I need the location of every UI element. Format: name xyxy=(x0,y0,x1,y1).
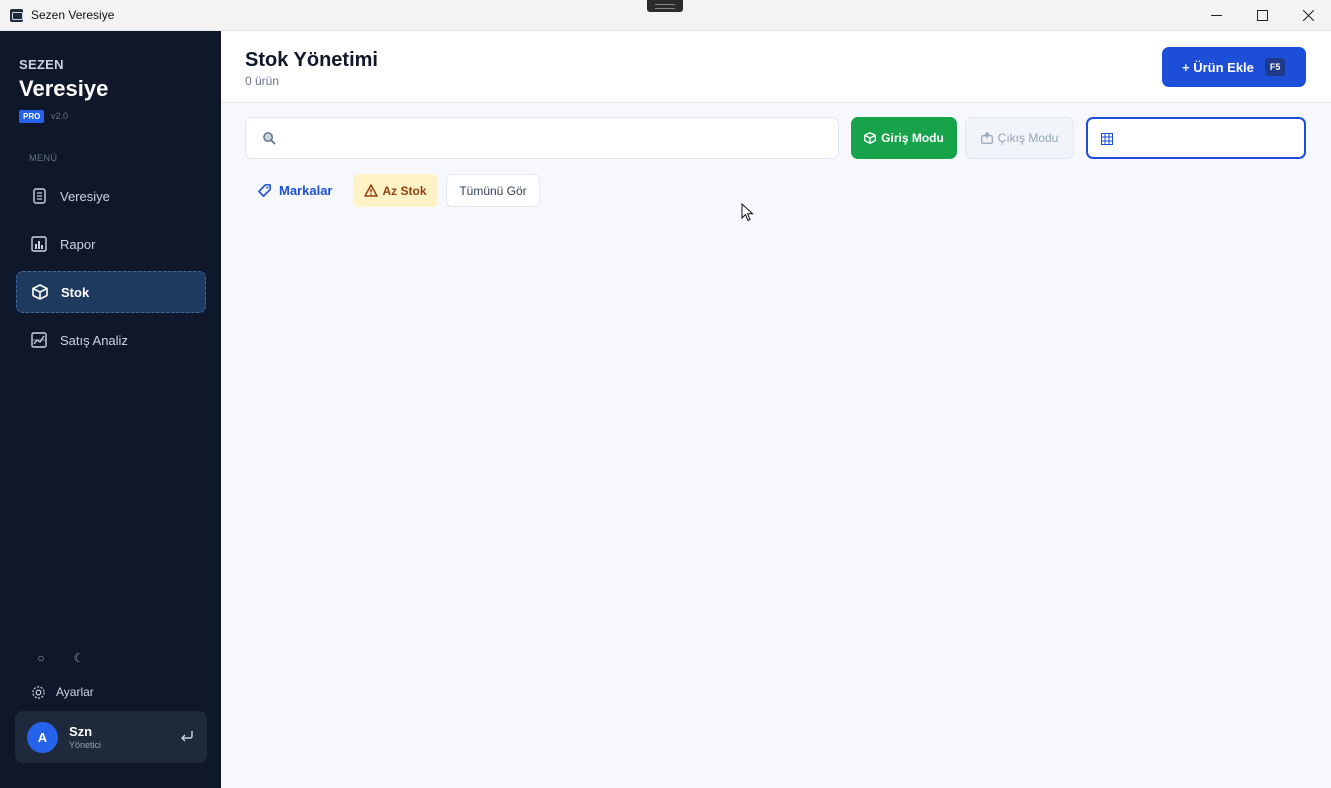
brand-prefix: SEZEN xyxy=(19,57,64,72)
bar-chart-icon xyxy=(31,236,47,252)
gear-icon xyxy=(30,684,46,700)
tag-icon xyxy=(257,183,272,198)
theme-switcher: ○ ☾ xyxy=(34,651,86,665)
minimize-button[interactable] xyxy=(1193,0,1239,31)
ledger-icon xyxy=(31,188,47,204)
barcode-box xyxy=(1086,117,1306,159)
box-icon xyxy=(32,284,48,300)
settings-label: Ayarlar xyxy=(56,685,94,699)
maximize-icon xyxy=(1256,10,1268,21)
show-all-label: Tümünü Gör xyxy=(459,183,527,198)
brands-button[interactable]: Markalar xyxy=(257,174,332,207)
version-label: v2.0 xyxy=(51,111,69,121)
outbox-icon xyxy=(980,132,993,144)
search-box xyxy=(245,117,839,159)
brand-name: Veresiye xyxy=(19,76,109,101)
entry-mode-button[interactable]: Giriş Modu xyxy=(851,117,957,159)
sidebar: SEZEN Veresiye PRO v2.0 MENÜ Veresiye Ra… xyxy=(0,31,221,788)
sidebar-item-label: Stok xyxy=(61,284,90,300)
maximize-button[interactable] xyxy=(1239,0,1285,31)
exit-mode-label: Çıkış Modu xyxy=(997,131,1059,145)
search-input[interactable] xyxy=(290,118,830,158)
dark-theme-icon[interactable]: ☾ xyxy=(72,651,86,665)
add-product-button[interactable]: + Ürün Ekle F5 xyxy=(1162,47,1306,87)
app-icon xyxy=(10,8,23,22)
logout-icon[interactable] xyxy=(179,728,195,744)
sidebar-item-rapor[interactable]: Rapor xyxy=(16,223,206,265)
analytics-icon xyxy=(31,332,47,348)
minimize-icon xyxy=(1210,15,1222,16)
low-stock-label: Az Stok xyxy=(382,183,427,198)
settings-button[interactable]: Ayarlar xyxy=(30,684,94,700)
search-icon xyxy=(262,131,278,147)
close-icon xyxy=(1302,10,1314,21)
sidebar-item-label: Satış Analiz xyxy=(60,332,128,348)
box-icon xyxy=(864,132,877,144)
pro-badge: PRO xyxy=(19,110,45,123)
user-name: Szn xyxy=(69,724,93,739)
exit-mode-button[interactable]: Çıkış Modu xyxy=(965,117,1074,159)
page-title: Stok Yönetimi xyxy=(245,49,378,71)
barcode-icon xyxy=(1101,132,1114,145)
show-all-button[interactable]: Tümünü Gör xyxy=(446,174,540,207)
page-header: Stok Yönetimi 0 ürün + Ürün Ekle F5 xyxy=(221,31,1331,103)
warning-icon xyxy=(364,184,379,197)
product-count: 0 ürün xyxy=(245,74,280,88)
sidebar-item-stok[interactable]: Stok xyxy=(16,271,206,313)
entry-mode-label: Giriş Modu xyxy=(881,131,944,145)
window-title: Sezen Veresiye xyxy=(31,8,115,22)
menu-section-label: MENÜ xyxy=(29,153,58,163)
barcode-input[interactable] xyxy=(1124,119,1300,157)
brands-label: Markalar xyxy=(279,183,333,198)
close-button[interactable] xyxy=(1285,0,1331,31)
user-card: A Szn Yönetici xyxy=(15,711,207,763)
add-product-label: + Ürün Ekle xyxy=(1182,59,1254,75)
mouse-cursor-icon xyxy=(741,202,755,223)
sidebar-item-satis-analiz[interactable]: Satış Analiz xyxy=(16,319,206,361)
window-controls xyxy=(1193,0,1331,31)
sidebar-item-label: Veresiye xyxy=(60,188,110,204)
shortcut-badge: F5 xyxy=(1264,58,1286,76)
sidebar-item-veresiye[interactable]: Veresiye xyxy=(16,175,206,217)
sidebar-item-label: Rapor xyxy=(60,236,96,252)
window-titlebar: Sezen Veresiye xyxy=(0,0,1331,31)
user-role: Yönetici xyxy=(69,740,102,750)
drag-handle[interactable] xyxy=(647,0,683,12)
low-stock-filter[interactable]: Az Stok xyxy=(353,174,438,207)
avatar: A xyxy=(27,721,58,753)
light-theme-icon[interactable]: ○ xyxy=(34,651,48,665)
